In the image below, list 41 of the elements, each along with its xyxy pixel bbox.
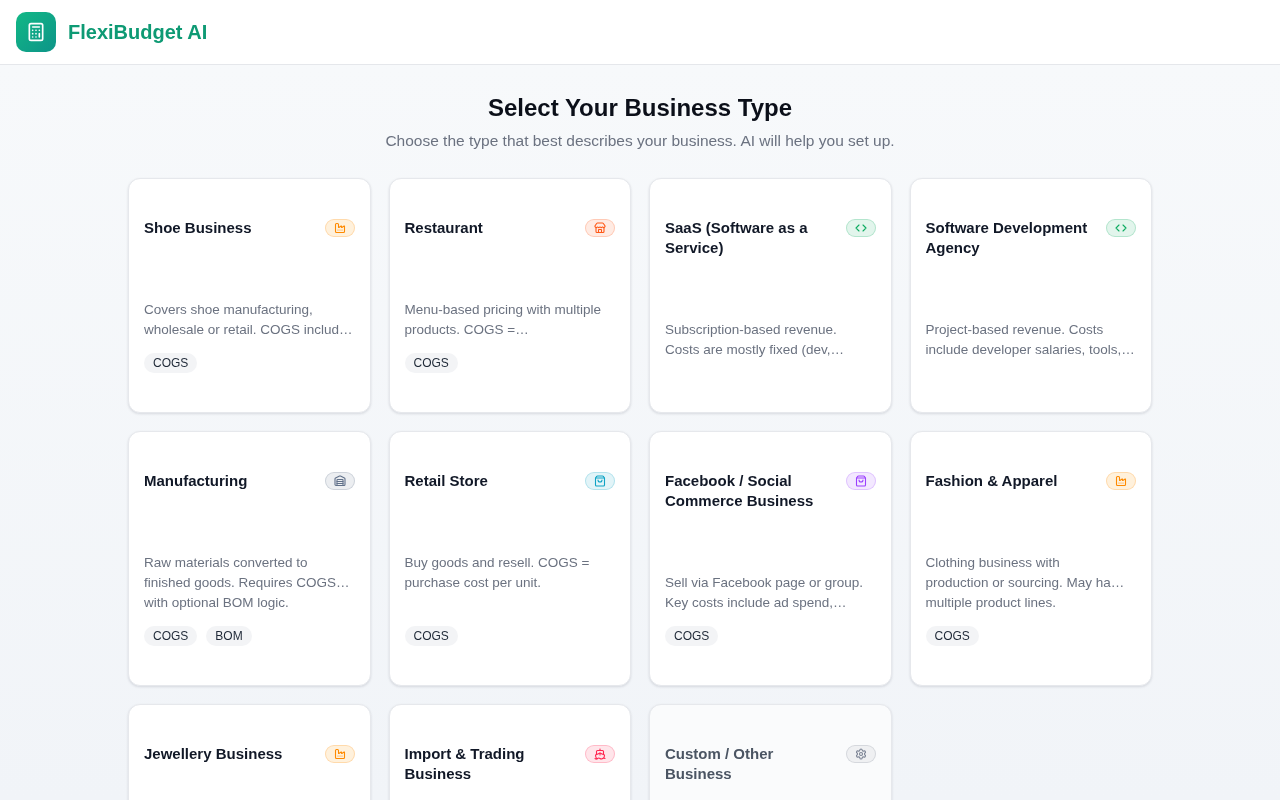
page-subtitle: Choose the type that best describes your business. AI will help you set up.	[384, 131, 896, 151]
business-type-card[interactable]: Manufacturing Raw materials converted to finished goods. Requires COGS… with optional BOM logic. COGS BOM	[128, 431, 371, 686]
card-title: Custom / Other Business	[665, 744, 775, 784]
card-title: Facebook / Social Commerce Business	[665, 471, 815, 511]
business-type-card[interactable]: Fashion & Apparel Clothing business with production or sourcing. May ha… multiple product lines. COGS	[909, 431, 1152, 686]
card-description: Buy goods and resell. COGS = purchase cost per unit.	[404, 554, 591, 592]
app-title: FlexiBudget AI	[68, 20, 208, 45]
tag: COGS	[144, 353, 198, 373]
card-title: Fashion & Apparel	[925, 471, 1059, 491]
card-title: Jewellery Business	[144, 744, 284, 764]
calculator-icon	[16, 12, 56, 52]
card-title: SaaS (Software as a Service)	[665, 218, 809, 258]
card-description: Subscription-based revenue. Costs are mostly fixed (dev,…	[665, 321, 846, 359]
tag: COGS	[404, 353, 458, 373]
tag: COGS	[665, 626, 719, 646]
card-title: Manufacturing	[144, 471, 249, 491]
business-type-card[interactable]: Custom / Other Business	[649, 704, 892, 800]
card-title: Retail Store	[404, 471, 489, 491]
business-type-card[interactable]: Software Development Agency Project-based revenue. Costs include developer salaries, tools,…	[909, 178, 1152, 413]
business-type-card[interactable]: Restaurant Menu-based pricing with multiple products. COGS =… COGS	[388, 178, 631, 413]
business-type-card[interactable]: SaaS (Software as a Service) Subscription-based revenue. Costs are mostly fixed (dev,…	[649, 178, 892, 413]
card-description: Sell via Facebook page or group. Key costs include ad spend,…	[665, 574, 865, 612]
card-description: Raw materials converted to finished goods. Requires COGS… with optional BOM logic.	[144, 554, 351, 612]
card-description: Project-based revenue. Costs include developer salaries, tools,…	[925, 321, 1136, 359]
page-title: Select Your Business Type	[486, 93, 794, 123]
tag: COGS	[404, 626, 458, 646]
business-type-card[interactable]: Shoe Business Covers shoe manufacturing, wholesale or retail. COGS includ… COGS	[128, 178, 371, 413]
card-title: Restaurant	[404, 218, 484, 238]
business-type-card[interactable]: Jewellery Business	[128, 704, 371, 800]
card-description: Menu-based pricing with multiple products. COGS =…	[404, 301, 603, 339]
card-title: Software Development Agency	[925, 218, 1089, 258]
card-title: Import & Trading Business	[404, 744, 526, 784]
tag: COGS	[925, 626, 979, 646]
card-title: Shoe Business	[144, 218, 253, 238]
card-description: Clothing business with production or sourcing. May ha… multiple product lines.	[925, 554, 1126, 612]
tag: COGS	[144, 626, 198, 646]
business-type-card[interactable]: Import & Trading Business	[388, 704, 631, 800]
tag: BOM	[206, 626, 252, 646]
card-description: Covers shoe manufacturing, wholesale or retail. COGS includ…	[144, 301, 354, 339]
business-type-card[interactable]: Facebook / Social Commerce Business Sell via Facebook page or group. Key costs include ad spend,… COGS	[649, 431, 892, 686]
business-type-card[interactable]: Retail Store Buy goods and resell. COGS = purchase cost per unit. COGS	[388, 431, 631, 686]
